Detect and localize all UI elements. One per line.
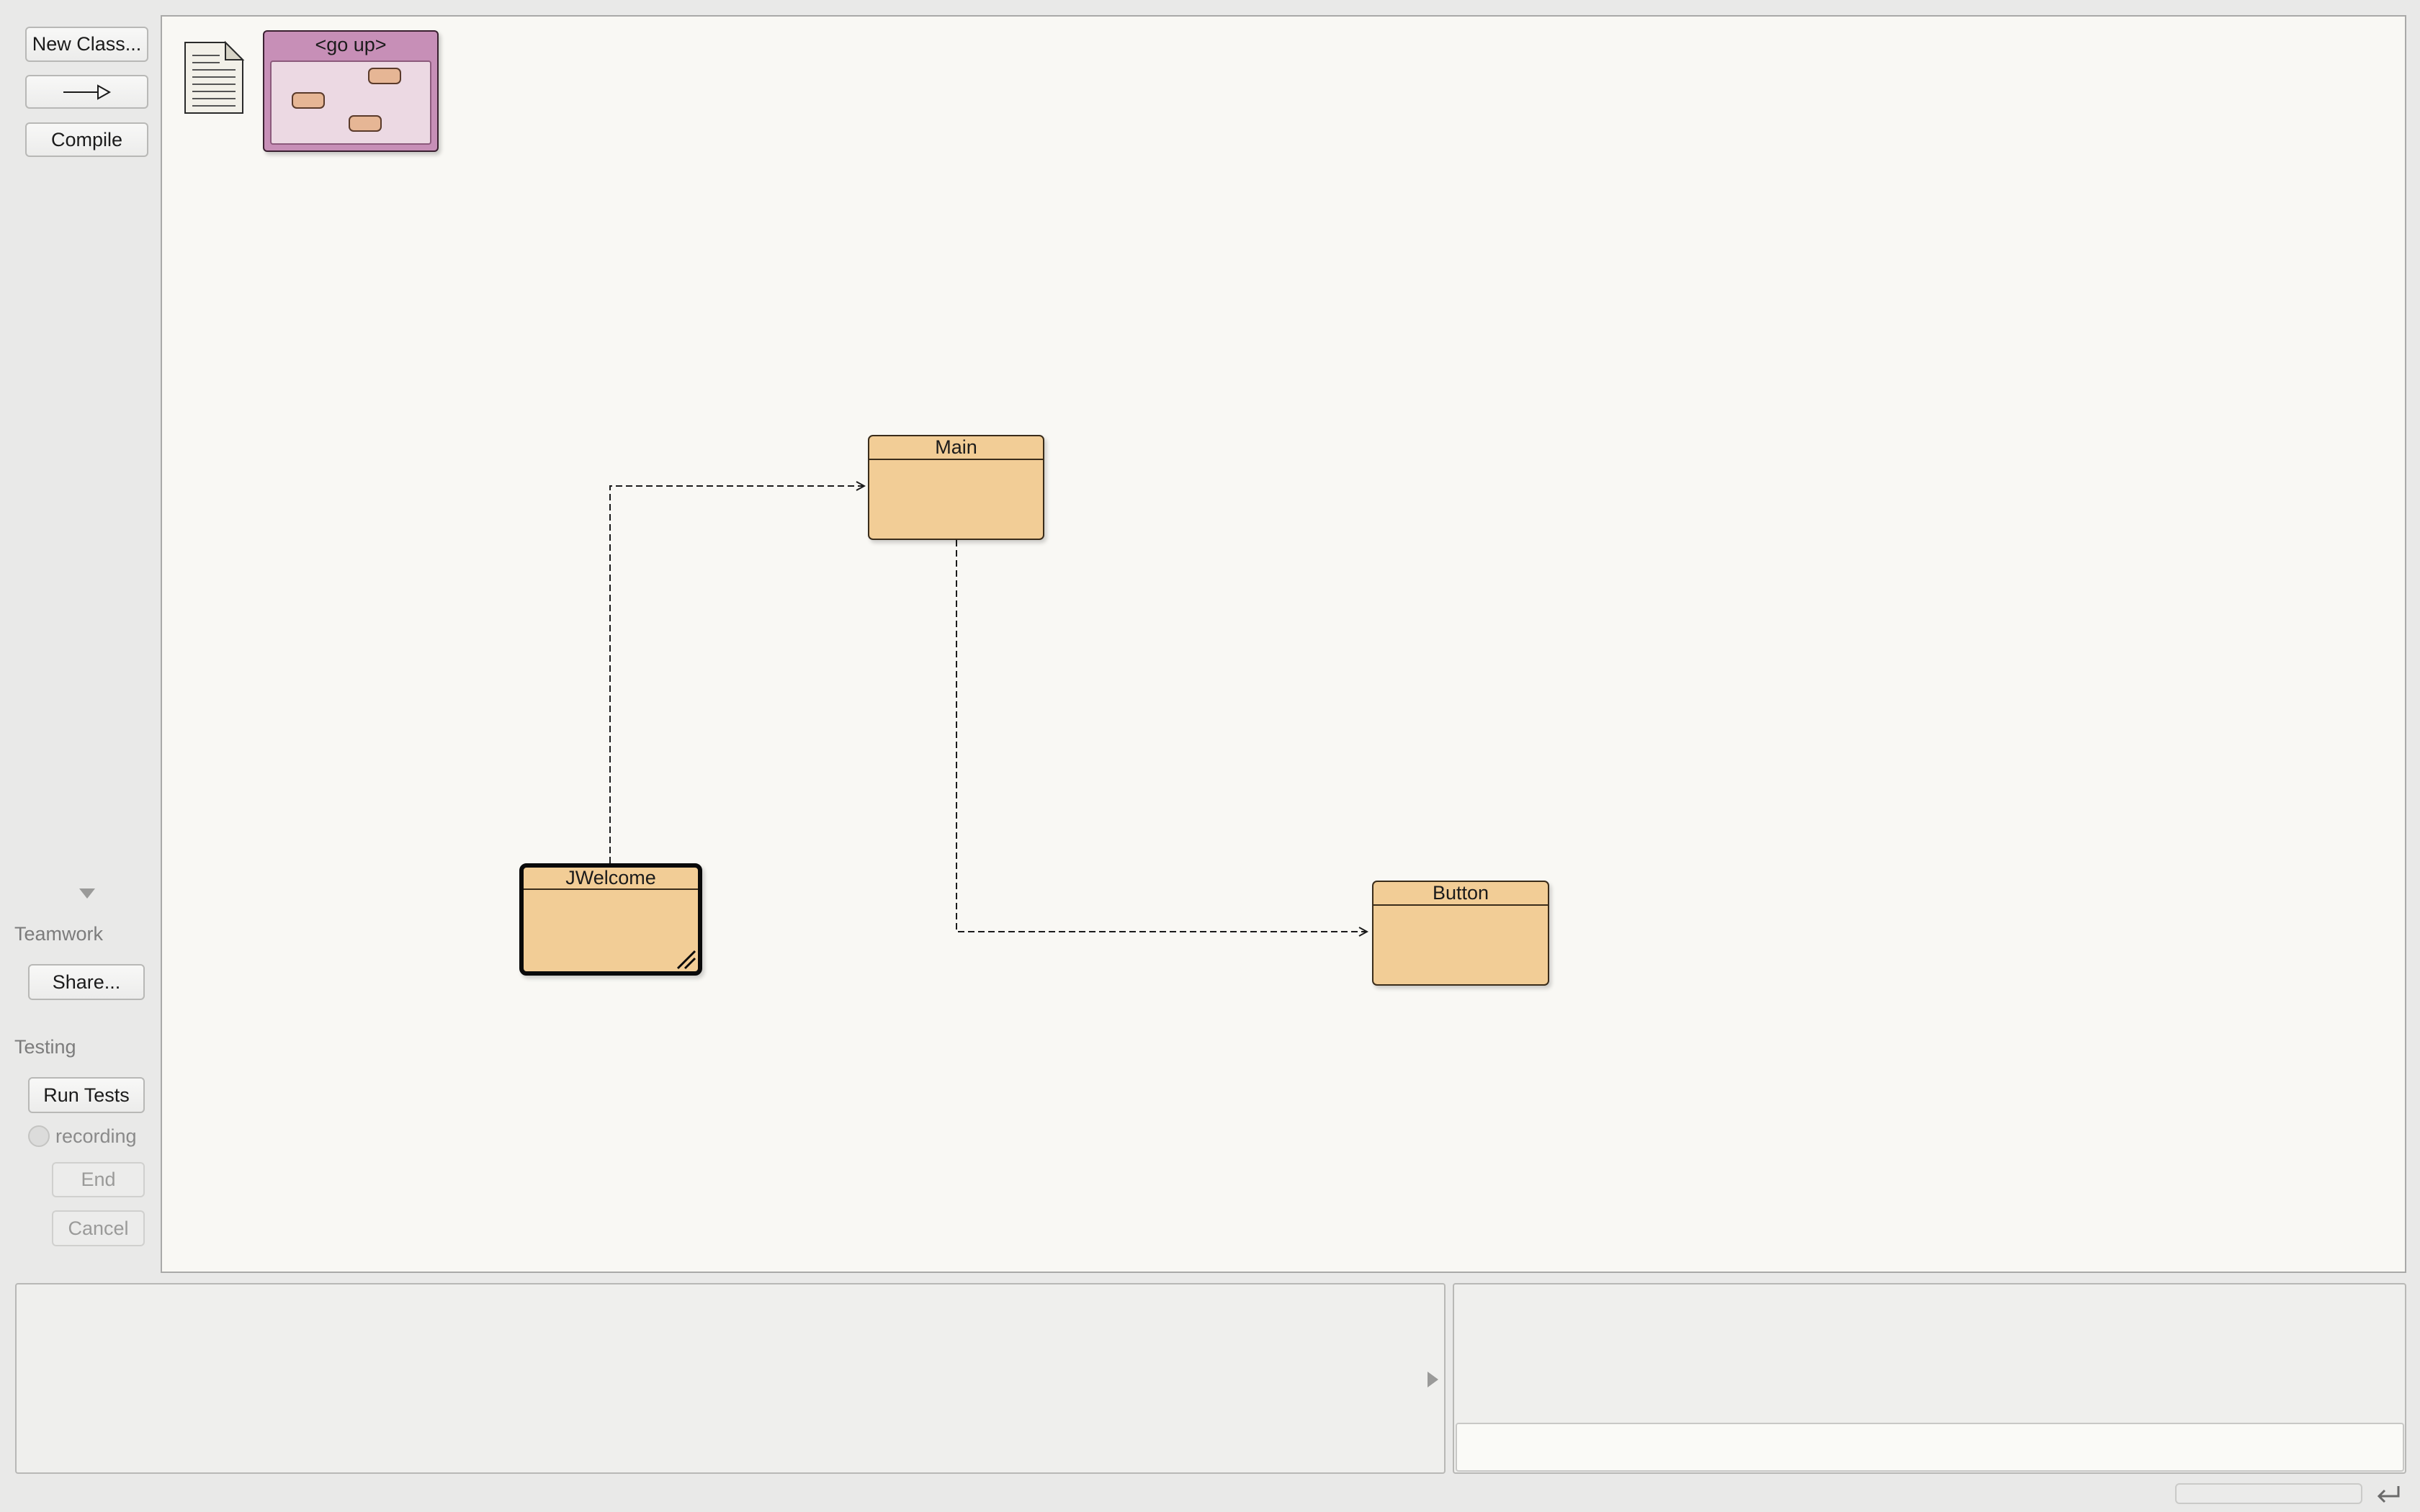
mini-class-icon <box>292 92 325 109</box>
end-button[interactable]: End <box>52 1162 145 1197</box>
share-button[interactable]: Share... <box>28 964 145 1000</box>
dependency-arrows <box>609 17 2405 1272</box>
class-name: JWelcome <box>524 868 698 890</box>
class-name: Main <box>869 436 1043 460</box>
go-up-package[interactable]: <go up> <box>263 30 439 152</box>
dependency-main-to-button[interactable] <box>956 540 1367 932</box>
bluej-main-window: New Class... Compile Teamwork Share... T… <box>0 0 2420 1512</box>
return-arrow-icon[interactable] <box>2374 1482 2403 1506</box>
recording-indicator <box>28 1125 50 1147</box>
go-up-label: <go up> <box>315 34 387 55</box>
class-button[interactable]: Button <box>1372 881 1549 986</box>
recording-label: recording <box>55 1125 137 1147</box>
run-tests-button[interactable]: Run Tests <box>28 1077 145 1113</box>
codepad-input[interactable] <box>1456 1423 2404 1472</box>
class-jwelcome[interactable]: JWelcome <box>519 863 702 976</box>
dependency-jwelcome-to-main[interactable] <box>609 486 864 863</box>
package-preview <box>270 60 431 145</box>
status-progress-bar <box>2175 1483 2362 1504</box>
inheritance-arrow-icon <box>63 84 111 100</box>
collapse-triangle-icon[interactable] <box>78 887 97 900</box>
mini-class-icon <box>368 68 401 84</box>
mini-class-icon <box>349 115 382 132</box>
expand-right-triangle-icon[interactable] <box>1425 1370 1440 1389</box>
object-bench[interactable] <box>15 1283 1446 1474</box>
readme-document-icon[interactable] <box>182 38 246 116</box>
new-arrow-button[interactable] <box>25 75 148 109</box>
testing-heading: Testing <box>14 1036 76 1058</box>
class-name: Button <box>1373 882 1548 906</box>
class-main[interactable]: Main <box>868 435 1044 540</box>
class-diagram-canvas[interactable]: <go up> Main JWelcome Button <box>161 15 2406 1273</box>
cancel-button[interactable]: Cancel <box>52 1210 145 1246</box>
new-class-button[interactable]: New Class... <box>25 27 148 62</box>
teamwork-heading: Teamwork <box>14 923 104 945</box>
resize-handle-icon[interactable] <box>675 948 696 970</box>
compile-button[interactable]: Compile <box>25 122 148 157</box>
